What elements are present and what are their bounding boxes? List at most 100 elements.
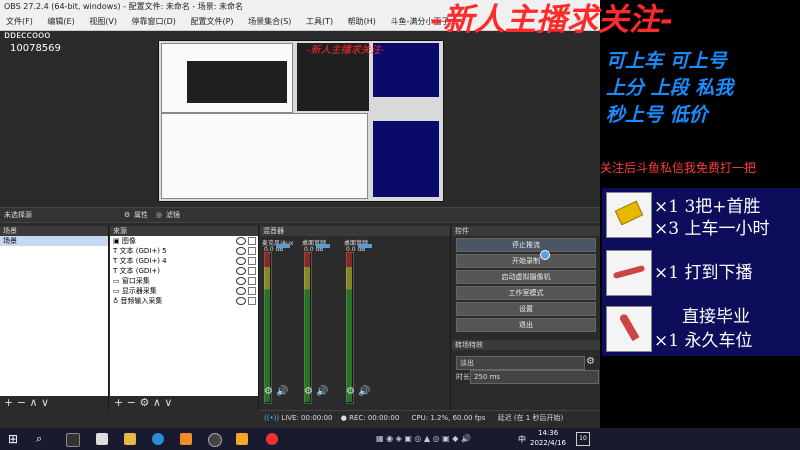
- duration-input[interactable]: 250 ms: [470, 370, 599, 384]
- filter-icon[interactable]: ◎: [156, 208, 162, 222]
- source-label: 窗口采集: [121, 277, 150, 285]
- properties-button[interactable]: 属性: [134, 208, 148, 222]
- gear-icon[interactable]: ⚙: [586, 356, 595, 367]
- clock-date[interactable]: 2022/4/16: [530, 439, 566, 447]
- lock-icon[interactable]: [248, 277, 256, 285]
- add-icon[interactable]: +: [4, 396, 13, 409]
- transition-select[interactable]: 淡出: [456, 356, 585, 370]
- lock-icon[interactable]: [248, 267, 256, 275]
- follow-text: 关注后斗鱼私信我免费打一把: [600, 161, 757, 175]
- down-icon[interactable]: ∨: [41, 396, 49, 409]
- eye-icon[interactable]: [236, 297, 246, 305]
- settings-button[interactable]: 设置: [456, 302, 596, 316]
- menu-profile[interactable]: 配置文件(P): [190, 17, 233, 26]
- volume-slider[interactable]: [316, 244, 330, 248]
- source-label: 图像: [121, 237, 136, 245]
- sources-toolbar: + − ⚙ ∧ ∨: [110, 396, 258, 410]
- search-icon[interactable]: ⌕: [36, 432, 42, 446]
- source-label: 文本 (GDI+) 5: [119, 247, 167, 255]
- eye-icon[interactable]: [236, 247, 246, 255]
- source-item[interactable]: T 文本 (GDI+) 5: [110, 246, 258, 256]
- source-label: 显示器采集: [121, 287, 157, 295]
- source-item[interactable]: T 文本 (GDI+) 4: [110, 256, 258, 266]
- virtual-camera-button[interactable]: 启动虚拟摄像机: [456, 270, 596, 284]
- source-item[interactable]: ▭ 显示器采集: [110, 286, 258, 296]
- netease-icon[interactable]: [266, 433, 278, 445]
- volume-slider[interactable]: [276, 244, 290, 248]
- language-indicator[interactable]: 中: [518, 434, 526, 445]
- menu-docks[interactable]: 停靠窗口(D): [132, 17, 176, 26]
- menu-view[interactable]: 视图(V): [89, 17, 117, 26]
- window-title: OBS 27.2.4 (64-bit, windows) - 配置文件: 未命名…: [4, 2, 244, 11]
- mixer-header: 混音器: [260, 226, 450, 236]
- lock-icon[interactable]: [248, 287, 256, 295]
- menu-edit[interactable]: 编辑(E): [47, 17, 74, 26]
- promo-line: 上分 上段 私我: [606, 77, 734, 99]
- menu-help[interactable]: 帮助(H): [348, 17, 376, 26]
- source-item[interactable]: T 文本 (GDI+): [110, 266, 258, 276]
- folder-icon[interactable]: [124, 433, 136, 445]
- tray-icons[interactable]: ▦ ◉ ◈ ▣ ◎ ▲ ◎ ▣ ◆ 🔊: [376, 434, 471, 443]
- nested-obs-panels: [161, 113, 368, 199]
- lock-icon[interactable]: [248, 257, 256, 265]
- eye-icon[interactable]: [236, 237, 246, 245]
- duration-label: 时长: [456, 373, 470, 381]
- eye-icon[interactable]: [236, 277, 246, 285]
- delay-readout: 延迟 (在 1 秒后开始): [497, 414, 564, 422]
- scenes-list: 场景: [0, 236, 108, 396]
- source-item[interactable]: ▭ 窗口采集: [110, 276, 258, 286]
- nested-obs: [187, 61, 287, 103]
- start-recording-button[interactable]: 开始录制: [456, 254, 596, 268]
- obs-icon[interactable]: [208, 433, 222, 447]
- down-icon[interactable]: ∨: [164, 396, 172, 409]
- clock-time[interactable]: 14:36: [538, 429, 558, 437]
- lock-icon[interactable]: [248, 297, 256, 305]
- cursor-icon: [540, 250, 550, 260]
- transitions-dock: 转场特效 淡出 ⚙ 时长 250 ms: [452, 340, 600, 410]
- mixer-dock: 混音器 麦克风/Aux 桌面音频 桌面音频 0.0 dB 0.0 dB 0.0 …: [260, 226, 451, 410]
- gear-icon[interactable]: ⚙ 🔊: [346, 386, 371, 397]
- cpu-readout: CPU: 1.2%, 60.00 fps: [411, 414, 486, 422]
- exit-button[interactable]: 退出: [456, 318, 596, 332]
- edge-icon[interactable]: [152, 433, 164, 445]
- gift-menu: ×1 3把+首胜 ×3 上车一小时 ×1 打到下播 直接毕业 ×1 永久车位: [602, 188, 800, 356]
- notification-icon[interactable]: 10: [576, 432, 590, 446]
- add-icon[interactable]: +: [114, 396, 123, 409]
- remove-icon[interactable]: −: [127, 396, 136, 409]
- gear-icon[interactable]: ⚙ 🔊: [264, 386, 289, 397]
- menu-file[interactable]: 文件(F): [6, 17, 33, 26]
- lock-icon[interactable]: [248, 247, 256, 255]
- app-icon[interactable]: [180, 433, 192, 445]
- up-icon[interactable]: ∧: [153, 396, 161, 409]
- menu-scene-collection[interactable]: 场景集合(S): [248, 17, 291, 26]
- task-view-icon[interactable]: [66, 433, 80, 447]
- sources-list: ▣ 图像 T 文本 (GDI+) 5 T 文本 (GDI+) 4 T 文本 (G…: [110, 236, 258, 396]
- rec-time: REC: 00:00:00: [349, 414, 400, 422]
- source-item[interactable]: ▣ 图像: [110, 236, 258, 246]
- gift-line: ×1 打到下播: [654, 263, 753, 283]
- source-item[interactable]: ♁ 音频输入采集: [110, 296, 258, 306]
- volume-slider[interactable]: [358, 244, 372, 248]
- menu-tools[interactable]: 工具(T): [306, 17, 333, 26]
- gear-icon[interactable]: ⚙: [124, 208, 130, 222]
- filters-button[interactable]: 滤镜: [166, 208, 180, 222]
- studio-mode-button[interactable]: 工作室模式: [456, 286, 596, 300]
- app-icon[interactable]: [236, 433, 248, 445]
- stop-streaming-button[interactable]: 停止推流: [456, 238, 596, 252]
- scene-item[interactable]: 场景: [0, 236, 108, 246]
- up-icon[interactable]: ∧: [29, 396, 37, 409]
- store-icon[interactable]: [96, 433, 108, 445]
- gear-icon[interactable]: ⚙ 🔊: [304, 386, 329, 397]
- controls-header: 控件: [452, 226, 600, 236]
- remove-icon[interactable]: −: [17, 396, 26, 409]
- eye-icon[interactable]: [236, 267, 246, 275]
- controls-dock: 控件 停止推流 开始录制 启动虚拟摄像机 工作室模式 设置 退出: [452, 226, 600, 336]
- windows-start-icon[interactable]: ⊞: [8, 432, 18, 446]
- eye-icon[interactable]: [236, 287, 246, 295]
- preview-canvas[interactable]: -新人主播求关注-: [158, 40, 444, 202]
- gear-icon[interactable]: ⚙: [139, 396, 149, 409]
- source-label: 文本 (GDI+) 4: [119, 257, 167, 265]
- eye-icon[interactable]: [236, 257, 246, 265]
- source-label: 音频输入采集: [120, 297, 163, 305]
- lock-icon[interactable]: [248, 237, 256, 245]
